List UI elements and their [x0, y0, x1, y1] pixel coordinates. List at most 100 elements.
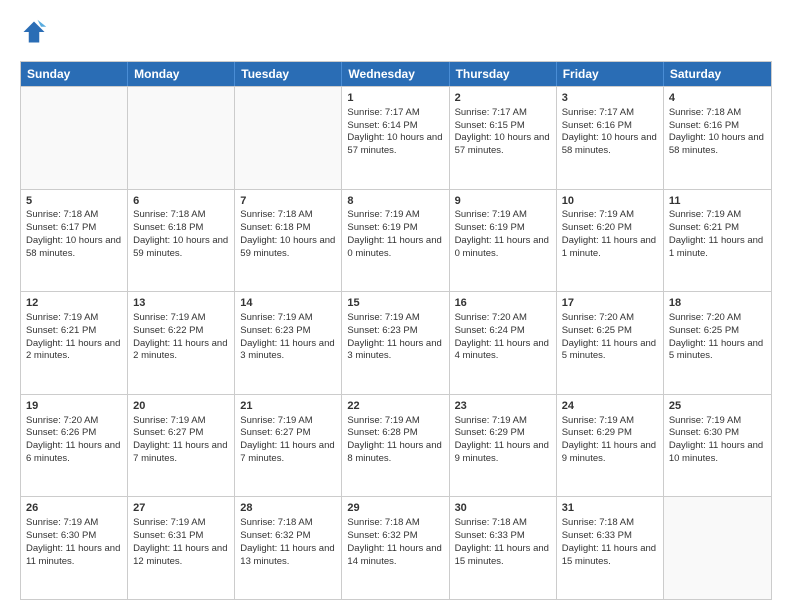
calendar-cell — [128, 87, 235, 189]
day-number: 28 — [240, 501, 336, 516]
day-info: Sunrise: 7:18 AM — [240, 209, 336, 222]
day-info: Daylight: 11 hours and 0 minutes. — [455, 235, 551, 261]
calendar-cell: 8Sunrise: 7:19 AMSunset: 6:19 PMDaylight… — [342, 190, 449, 292]
day-number: 3 — [562, 91, 658, 106]
day-info: Daylight: 11 hours and 2 minutes. — [133, 338, 229, 364]
day-info: Sunset: 6:15 PM — [455, 120, 551, 133]
calendar-cell: 1Sunrise: 7:17 AMSunset: 6:14 PMDaylight… — [342, 87, 449, 189]
calendar-week-1: 1Sunrise: 7:17 AMSunset: 6:14 PMDaylight… — [21, 86, 771, 189]
day-info: Daylight: 11 hours and 2 minutes. — [26, 338, 122, 364]
day-info: Sunset: 6:27 PM — [133, 427, 229, 440]
calendar-week-5: 26 Sunrise: 7:19 AM Sunset: 6:30 PM Dayligh… — [21, 496, 771, 599]
page: SundayMondayTuesdayWednesdayThursdayFrid… — [0, 0, 792, 612]
calendar-cell: 4Sunrise: 7:18 AMSunset: 6:16 PMDaylight… — [664, 87, 771, 189]
day-info: Sunrise: 7:17 AM — [347, 107, 443, 120]
day-number: 24 — [562, 399, 658, 414]
day-info: Sunrise: 7:19 AM — [455, 209, 551, 222]
calendar-cell: 30Sunrise: 7:18 AMSunset: 6:33 PMDayligh… — [450, 497, 557, 599]
day-info: Sunset: 6:32 PM — [240, 530, 336, 543]
calendar-cell: 29Sunrise: 7:18 AMSunset: 6:32 PMDayligh… — [342, 497, 449, 599]
day-info: Sunrise: 7:19 AM — [669, 415, 766, 428]
day-number: 29 — [347, 501, 443, 516]
day-info: Sunrise: 7:18 AM — [133, 209, 229, 222]
day-info: Sunset: 6:28 PM — [347, 427, 443, 440]
day-number: 18 — [669, 296, 766, 311]
day-number: 15 — [347, 296, 443, 311]
calendar-cell: 15Sunrise: 7:19 AMSunset: 6:23 PMDayligh… — [342, 292, 449, 394]
day-info: Sunrise: 7:19 AM — [347, 312, 443, 325]
day-info: Sunrise: 7:17 AM — [562, 107, 658, 120]
day-info: Sunrise: 7:20 AM — [26, 415, 122, 428]
day-info: Sunrise: 7:19 AM — [133, 312, 229, 325]
header-day-friday: Friday — [557, 62, 664, 86]
day-info: Daylight: 11 hours and 1 minute. — [669, 235, 766, 261]
day-info: Sunset: 6:30 PM — [26, 530, 122, 543]
day-info: Sunset: 6:18 PM — [133, 222, 229, 235]
day-info: Sunset: 6:26 PM — [26, 427, 122, 440]
day-info: Sunset: 6:31 PM — [133, 530, 229, 543]
calendar-cell: 19Sunrise: 7:20 AMSunset: 6:26 PMDayligh… — [21, 395, 128, 497]
calendar-cell: 25Sunrise: 7:19 AMSunset: 6:30 PMDayligh… — [664, 395, 771, 497]
header-day-saturday: Saturday — [664, 62, 771, 86]
day-number: 13 — [133, 296, 229, 311]
day-info: Sunset: 6:18 PM — [240, 222, 336, 235]
day-number: 5 — [26, 194, 122, 209]
day-info: Sunset: 6:19 PM — [347, 222, 443, 235]
day-number: 4 — [669, 91, 766, 106]
day-info: Sunset: 6:14 PM — [347, 120, 443, 133]
day-info: Sunset: 6:30 PM — [669, 427, 766, 440]
calendar-cell: 5Sunrise: 7:18 AMSunset: 6:17 PMDaylight… — [21, 190, 128, 292]
day-info: Daylight: 11 hours and 1 minute. — [562, 235, 658, 261]
day-info: Daylight: 11 hours and 0 minutes. — [347, 235, 443, 261]
day-info: Daylight: 10 hours and 59 minutes. — [240, 235, 336, 261]
day-info: Sunset: 6:19 PM — [455, 222, 551, 235]
calendar-cell — [664, 497, 771, 599]
calendar-cell: 13Sunrise: 7:19 AMSunset: 6:22 PMDayligh… — [128, 292, 235, 394]
day-info: Sunrise: 7:19 AM — [347, 415, 443, 428]
day-number: 10 — [562, 194, 658, 209]
day-info: Sunset: 6:20 PM — [562, 222, 658, 235]
day-info: Sunset: 6:23 PM — [240, 325, 336, 338]
day-info: Daylight: 10 hours and 57 minutes. — [347, 132, 443, 158]
day-info: Daylight: 11 hours and 9 minutes. — [455, 440, 551, 466]
day-info: Sunrise: 7:19 AM — [347, 209, 443, 222]
day-info: Daylight: 11 hours and 8 minutes. — [347, 440, 443, 466]
calendar-cell: 6Sunrise: 7:18 AMSunset: 6:18 PMDaylight… — [128, 190, 235, 292]
day-number: 25 — [669, 399, 766, 414]
day-info: Daylight: 11 hours and 12 minutes. — [133, 543, 229, 569]
calendar-cell: 14Sunrise: 7:19 AMSunset: 6:23 PMDayligh… — [235, 292, 342, 394]
day-info: Sunset: 6:16 PM — [669, 120, 766, 133]
header — [20, 18, 772, 51]
calendar-cell: 10Sunrise: 7:19 AMSunset: 6:20 PMDayligh… — [557, 190, 664, 292]
calendar-cell: 17Sunrise: 7:20 AMSunset: 6:25 PMDayligh… — [557, 292, 664, 394]
day-info: Sunset: 6:33 PM — [455, 530, 551, 543]
day-number: 26 — [26, 501, 122, 516]
day-info: Sunrise: 7:20 AM — [455, 312, 551, 325]
calendar-cell: 31Sunrise: 7:18 AMSunset: 6:33 PMDayligh… — [557, 497, 664, 599]
day-info: Sunrise: 7:18 AM — [455, 517, 551, 530]
day-info: Daylight: 11 hours and 7 minutes. — [240, 440, 336, 466]
day-number: 8 — [347, 194, 443, 209]
day-info: Daylight: 11 hours and 3 minutes. — [240, 338, 336, 364]
calendar-cell: 27Sunrise: 7:19 AMSunset: 6:31 PMDayligh… — [128, 497, 235, 599]
day-info: Sunrise: 7:18 AM — [240, 517, 336, 530]
day-number: 19 — [26, 399, 122, 414]
day-info: Sunrise: 7:19 AM — [133, 517, 229, 530]
day-number: 23 — [455, 399, 551, 414]
day-info: Sunset: 6:23 PM — [347, 325, 443, 338]
day-info: Sunset: 6:32 PM — [347, 530, 443, 543]
calendar-header-row: SundayMondayTuesdayWednesdayThursdayFrid… — [21, 62, 771, 86]
day-info: Daylight: 11 hours and 5 minutes. — [669, 338, 766, 364]
calendar-cell: 26Sunrise: 7:19 AMSunset: 6:30 PMDayligh… — [21, 497, 128, 599]
day-number: 9 — [455, 194, 551, 209]
calendar-cell: 9Sunrise: 7:19 AMSunset: 6:19 PMDaylight… — [450, 190, 557, 292]
day-number: 14 — [240, 296, 336, 311]
day-info: Sunset: 6:29 PM — [455, 427, 551, 440]
calendar-week-4: 19Sunrise: 7:20 AMSunset: 6:26 PM Dayligh… — [21, 394, 771, 497]
day-info: Sunset: 6:17 PM — [26, 222, 122, 235]
calendar-cell — [235, 87, 342, 189]
calendar: SundayMondayTuesdayWednesdayThursdayFrid… — [20, 61, 772, 600]
calendar-cell: 22Sunrise: 7:19 AMSunset: 6:28 PMDayligh… — [342, 395, 449, 497]
calendar-cell: 16Sunrise: 7:20 AMSunset: 6:24 PMDayligh… — [450, 292, 557, 394]
day-info: Daylight: 10 hours and 59 minutes. — [133, 235, 229, 261]
